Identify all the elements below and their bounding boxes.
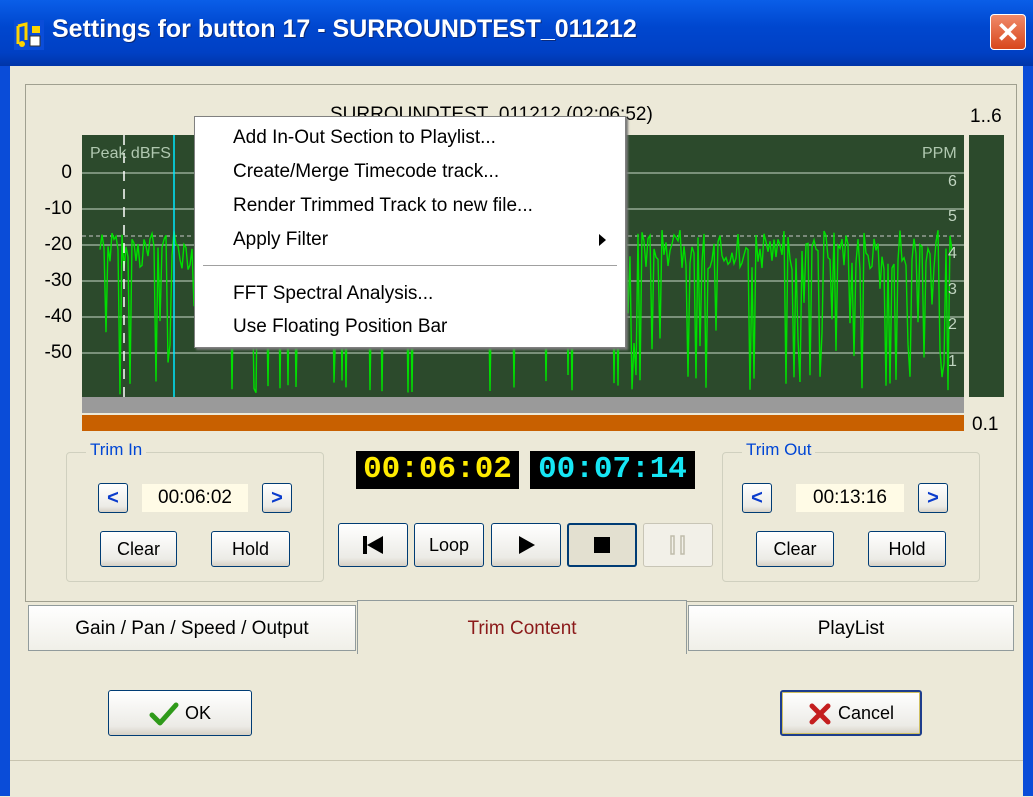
ppm-scale-label: 6	[948, 173, 957, 190]
skip-to-start-icon	[363, 536, 383, 554]
remaining-time-display: 00:07:14	[530, 451, 695, 489]
ppm-scale-label: 5	[948, 208, 957, 225]
menu-item-floating-position-bar[interactable]: Use Floating Position Bar	[233, 316, 447, 338]
tab-gain-pan-speed-output[interactable]: Gain / Pan / Speed / Output	[28, 605, 356, 651]
ppm-label: PPM	[922, 145, 957, 162]
ok-label: OK	[184, 703, 211, 723]
menu-item-apply-filter[interactable]: Apply Filter	[233, 229, 328, 251]
ppm-scale-label: 2	[948, 316, 957, 333]
pause-icon	[670, 535, 685, 555]
cross-icon	[809, 703, 831, 725]
cancel-label: Cancel	[837, 703, 895, 723]
ppm-scale-label: 4	[948, 245, 957, 262]
pause-button[interactable]	[643, 523, 713, 567]
trim-in-label: Trim In	[86, 440, 147, 460]
menu-item-add-in-out-section[interactable]: Add In-Out Section to Playlist...	[233, 127, 496, 149]
cancel-button[interactable]: Cancel	[780, 690, 922, 736]
y-axis-label: 0	[61, 162, 72, 183]
stop-button[interactable]	[567, 523, 637, 567]
menu-item-render-trimmed-track[interactable]: Render Trimmed Track to new file...	[233, 195, 533, 217]
skip-to-start-button[interactable]	[338, 523, 408, 567]
window-title: Settings for button 17 - SURROUNDTEST_01…	[52, 15, 637, 43]
trim-out-next-button[interactable]: >	[918, 483, 948, 513]
trim-in-prev-button[interactable]: <	[98, 483, 128, 513]
scale-top-label: 1..6	[970, 106, 1002, 127]
menu-separator	[203, 265, 617, 267]
peak-dbfs-label: Peak dBFS	[90, 145, 171, 162]
ppm-meter	[969, 135, 1004, 397]
tab-playlist[interactable]: PlayList	[688, 605, 1014, 651]
window-frame-right	[1023, 66, 1033, 796]
trim-range-bar[interactable]	[82, 415, 964, 431]
trim-in-hold-button[interactable]: Hold	[211, 531, 290, 567]
y-axis-label: -20	[44, 234, 72, 255]
trim-out-prev-button[interactable]: <	[742, 483, 772, 513]
play-icon	[519, 536, 535, 554]
y-axis-label: -10	[44, 198, 72, 219]
context-menu: Add In-Out Section to Playlist... Create…	[194, 116, 626, 348]
trim-in-time-field[interactable]: 00:06:02	[142, 484, 248, 512]
app-icon	[14, 20, 44, 50]
checkmark-icon	[149, 702, 179, 726]
y-axis-label: -30	[44, 270, 72, 291]
menu-item-create-merge-timecode[interactable]: Create/Merge Timecode track...	[233, 161, 499, 183]
y-axis-label: -50	[44, 342, 72, 363]
play-button[interactable]	[491, 523, 561, 567]
window-frame-left	[0, 66, 10, 796]
position-bar[interactable]	[82, 397, 964, 413]
trim-in-next-button[interactable]: >	[262, 483, 292, 513]
trim-out-clear-button[interactable]: Clear	[756, 531, 834, 567]
trim-out-label: Trim Out	[742, 440, 816, 460]
scale-bottom-label: 0.1	[972, 414, 999, 435]
ok-button[interactable]: OK	[108, 690, 252, 736]
ppm-scale-label: 1	[948, 353, 957, 370]
close-button[interactable]: ✕	[990, 14, 1026, 50]
status-bar	[10, 760, 1023, 797]
trim-out-time-field[interactable]: 00:13:16	[796, 484, 904, 512]
y-axis-label: -40	[44, 306, 72, 327]
submenu-arrow-icon	[599, 234, 606, 246]
trim-out-hold-button[interactable]: Hold	[868, 531, 946, 567]
ppm-scale-label: 3	[948, 281, 957, 298]
loop-button[interactable]: Loop	[414, 523, 484, 567]
elapsed-time-display: 00:06:02	[356, 451, 519, 489]
tab-trim-content[interactable]: Trim Content	[357, 600, 687, 654]
menu-item-fft-spectral-analysis[interactable]: FFT Spectral Analysis...	[233, 283, 433, 305]
stop-icon	[594, 537, 610, 553]
trim-in-clear-button[interactable]: Clear	[100, 531, 177, 567]
